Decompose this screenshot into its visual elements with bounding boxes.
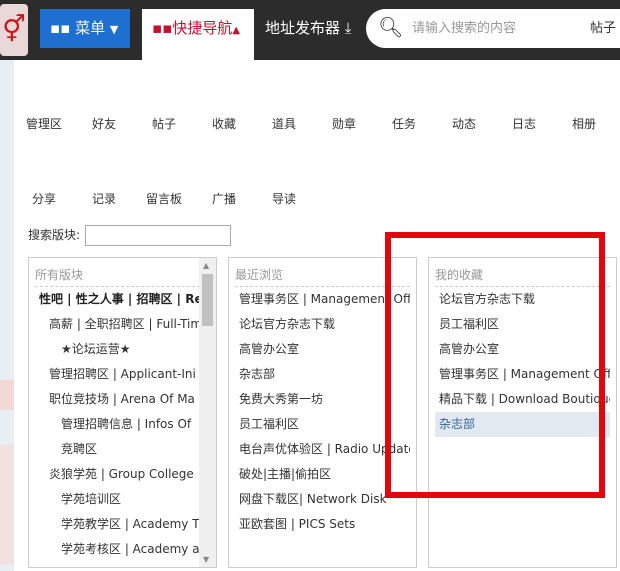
- forum-list-item[interactable]: 高管办公室: [229, 337, 410, 362]
- forum-list-item[interactable]: 杂志部: [229, 362, 410, 387]
- forum-list-item[interactable]: 员工福利区: [229, 412, 410, 437]
- caret-up-icon: ▲: [232, 25, 241, 36]
- grid-icon: ▪▪: [50, 19, 71, 37]
- quick-nav-item[interactable]: 导读: [254, 190, 314, 207]
- search-forum-label: 搜索版块:: [28, 228, 81, 242]
- quick-nav-item[interactable]: 相册: [554, 115, 614, 132]
- banner-image: [0, 445, 14, 565]
- forum-list-item[interactable]: 职位竞技场 | Arena Of Ma: [29, 387, 210, 412]
- forum-list-item[interactable]: ★论坛运营★: [29, 337, 210, 362]
- forum-list-item[interactable]: 性吧 | 性之人事 | 招聘区 | Re: [29, 287, 210, 312]
- quick-nav-item[interactable]: 任务: [374, 115, 434, 132]
- highlight-annotation-box: [385, 232, 605, 498]
- panel-title: 所有版块: [35, 258, 210, 287]
- banner-image: [0, 380, 14, 410]
- scroll-down-icon[interactable]: ▼: [203, 555, 209, 564]
- caret-down-icon: ▼: [109, 23, 119, 36]
- quick-nav-item[interactable]: 动态: [434, 115, 494, 132]
- search-input[interactable]: 请输入搜索的内容: [412, 9, 516, 48]
- quick-nav-item[interactable]: 日志: [494, 115, 554, 132]
- forum-list-item[interactable]: 网盘下载区| Network Disk: [229, 487, 410, 512]
- forum-list-item[interactable]: 学苑培训区: [29, 487, 210, 512]
- menu-button[interactable]: ▪▪ 菜单 ▼: [40, 9, 130, 48]
- quick-nav-item[interactable]: 管理区: [14, 115, 74, 132]
- quick-nav-row-2: 分享 记录 留言板 广播 导读: [14, 190, 314, 207]
- forum-list-item[interactable]: 管理事务区 | Management Office: [229, 287, 410, 312]
- grid-icon: ▪▪: [152, 19, 173, 37]
- forum-list-item[interactable]: 学苑考核区 | Academy a: [29, 537, 210, 562]
- quick-nav-item[interactable]: 广播: [194, 190, 254, 207]
- search-forum-input[interactable]: [85, 225, 231, 246]
- scrollbar-thumb[interactable]: [202, 274, 213, 326]
- scrollbar[interactable]: ▲ ▼: [199, 258, 216, 567]
- forum-list-item[interactable]: 亚欧套图 | PICS Sets: [229, 512, 410, 537]
- forum-list-item[interactable]: 电台声优体验区 | Radio Update: [229, 437, 410, 462]
- forum-list-item[interactable]: 炎狼学苑 | Group College: [29, 462, 210, 487]
- quick-nav-row-1: 管理区 好友 帖子 收藏 道具 勋章 任务 动态 日志 相册: [14, 115, 614, 132]
- search-icon[interactable]: 🔍︎: [378, 15, 403, 39]
- quick-nav-item[interactable]: 记录: [74, 190, 134, 207]
- quick-nav-item[interactable]: 收藏: [194, 115, 254, 132]
- forum-list-item[interactable]: 竞聘区: [29, 437, 210, 462]
- top-bar: ⚥ ▪▪ 菜单 ▼ ▪▪快捷导航▲ 地址发布器 ⤓ 🔍︎ 请输入搜索的内容 帖子: [0, 0, 620, 60]
- site-logo[interactable]: ⚥: [0, 4, 28, 56]
- quick-nav-item[interactable]: 道具: [254, 115, 314, 132]
- quick-nav-item[interactable]: 帖子: [134, 115, 194, 132]
- quick-nav-item[interactable]: 勋章: [314, 115, 374, 132]
- forum-list-item[interactable]: 论坛官方杂志下载: [229, 312, 410, 337]
- forum-list-item[interactable]: 管理招聘区 | Applicant-Ini: [29, 362, 210, 387]
- scroll-up-icon[interactable]: ▲: [203, 261, 209, 270]
- forum-list-item[interactable]: 学苑教学区 | Academy T: [29, 512, 210, 537]
- quick-nav-item[interactable]: 好友: [74, 115, 134, 132]
- download-icon: ⤓: [344, 19, 352, 37]
- all-forums-panel: 所有版块 性吧 | 性之人事 | 招聘区 | Re 高薪 | 全职招聘区 | Fu…: [28, 257, 217, 568]
- forum-list-item[interactable]: 管理招聘信息 | Infos Of: [29, 412, 210, 437]
- quick-nav-item[interactable]: 分享: [14, 190, 74, 207]
- forum-list-item[interactable]: 免费大秀第一坊: [229, 387, 410, 412]
- search-box[interactable]: 🔍︎ 请输入搜索的内容 帖子: [366, 9, 620, 48]
- address-publisher-button[interactable]: 地址发布器 ⤓: [265, 9, 351, 48]
- page-background-strip: [0, 60, 14, 571]
- forum-list-item[interactable]: 高薪 | 全职招聘区 | Full-Time: [29, 312, 210, 337]
- search-type-select[interactable]: 帖子: [590, 9, 616, 48]
- quick-nav-button[interactable]: ▪▪快捷导航▲: [142, 9, 254, 60]
- quick-nav-item[interactable]: 留言板: [134, 190, 194, 207]
- forum-list-item[interactable]: 破处|主播|偷拍区: [229, 462, 410, 487]
- panel-title: 最近浏览: [235, 258, 410, 287]
